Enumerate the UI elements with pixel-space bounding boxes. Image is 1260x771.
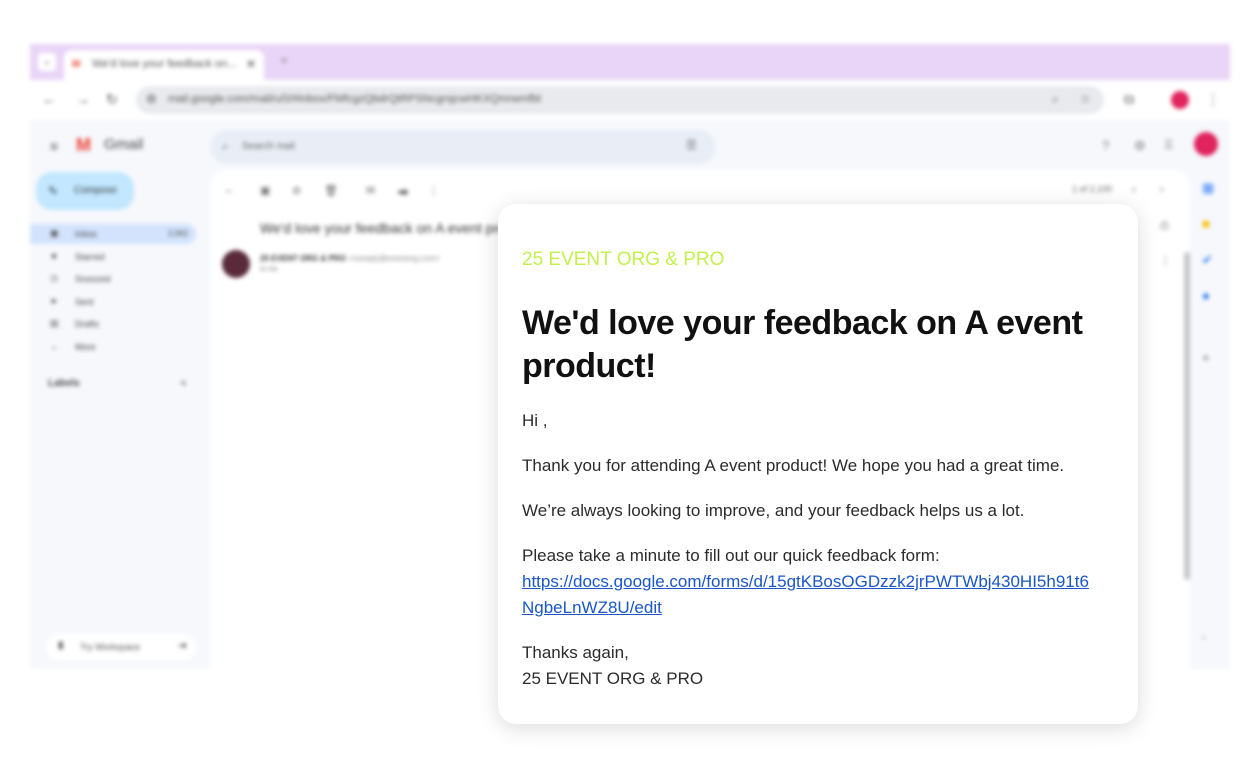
browser-toolbar: ← → ↻ ⚙ mail.google.com/mail/u/0/#inbox/… xyxy=(30,80,1230,120)
bookmark-star-icon[interactable]: ☆ xyxy=(1080,92,1091,106)
sidebar-item-more[interactable]: ⌄ More xyxy=(30,337,196,357)
back-icon[interactable]: ← xyxy=(42,91,56,107)
tasks-icon[interactable]: ✔ xyxy=(1202,252,1213,268)
message-more-icon[interactable]: ⋮ xyxy=(1160,254,1171,267)
sender-address: <noreply@eventorg.com> xyxy=(348,254,441,263)
search-mail-input[interactable]: ⌕ Search mail ☰ xyxy=(210,130,716,164)
search-icon: ⌕ xyxy=(222,139,229,153)
compose-button[interactable]: ✎ Compose xyxy=(36,172,134,210)
tab-search-icon[interactable]: ⌄ xyxy=(38,53,56,71)
sidebar-item-label: More xyxy=(75,342,96,352)
sidebar-item-starred[interactable]: ★ Starred xyxy=(30,247,196,267)
add-addon-icon[interactable]: + xyxy=(1202,350,1210,365)
gmail-icon: M xyxy=(72,59,81,70)
chevron-left-icon[interactable]: ‹ xyxy=(1132,184,1136,196)
move-to-icon[interactable]: ⮕ xyxy=(398,184,409,200)
signoff: Thanks again, 25 EVENT ORG & PRO xyxy=(522,640,1114,692)
compose-label: Compose xyxy=(74,185,117,196)
unread-count: 2,062 xyxy=(168,229,189,238)
workspace-label: Try Workspace xyxy=(80,642,141,652)
thanks-paragraph: Thank you for attending A event product!… xyxy=(522,456,1065,475)
filter-icon[interactable]: ☰ xyxy=(686,138,697,152)
sidebar-item-label: Snoozed xyxy=(75,274,111,284)
sidebar-item-inbox[interactable]: ▣ Inbox 2,062 xyxy=(30,224,196,244)
feedback-form-link[interactable]: https://docs.google.com/forms/d/15gtKBos… xyxy=(522,569,1092,621)
email-subject: We'd love your feedback on A event produ… xyxy=(260,220,537,236)
report-spam-icon[interactable]: ⊘ xyxy=(292,184,301,197)
sender-avatar xyxy=(222,250,250,278)
greeting: Hi , xyxy=(522,411,548,430)
keep-icon[interactable]: ■ xyxy=(1202,216,1210,231)
mark-unread-icon[interactable]: ✉ xyxy=(366,184,375,197)
more-actions-icon[interactable]: ⋮ xyxy=(428,184,439,197)
draft-icon: ▤ xyxy=(50,318,59,328)
archive-icon[interactable]: ▣ xyxy=(260,184,270,197)
chevron-right-icon[interactable]: › xyxy=(1160,184,1164,196)
account-avatar[interactable] xyxy=(1194,132,1218,156)
site-info-icon[interactable]: ⚙ xyxy=(146,92,157,106)
address-bar[interactable]: ⚙ mail.google.com/mail/u/0/#inbox/FMfcgz… xyxy=(136,86,1104,114)
sidebar-item-label: Sent xyxy=(75,297,94,307)
pencil-icon: ✎ xyxy=(48,184,59,198)
zoom-icon[interactable]: ⌕ xyxy=(1052,92,1059,107)
search-placeholder: Search mail xyxy=(242,141,295,152)
extensions-icon[interactable]: ⧉ xyxy=(1124,91,1134,108)
gmail-logo-icon[interactable]: M xyxy=(76,135,91,156)
browser-menu-icon[interactable]: ⋮ xyxy=(1206,91,1220,108)
arrow-right-icon: ➜ xyxy=(178,640,188,652)
profile-avatar[interactable] xyxy=(1171,91,1189,109)
signoff-line: Thanks again, xyxy=(522,643,629,662)
clock-icon: ◷ xyxy=(50,273,58,283)
back-arrow-icon[interactable]: ← xyxy=(224,184,235,196)
close-icon[interactable]: ✕ xyxy=(246,57,256,71)
sidebar-item-label: Inbox xyxy=(75,229,98,239)
chevron-down-icon: ⌄ xyxy=(50,341,58,351)
recipient-line: to me xyxy=(260,266,278,273)
scrollbar[interactable] xyxy=(1184,252,1190,580)
contacts-icon[interactable]: ● xyxy=(1202,288,1210,303)
briefcase-icon: ▮ xyxy=(58,640,64,651)
feedback-paragraph: Please take a minute to fill out our qui… xyxy=(522,543,1114,621)
help-icon[interactable]: ? xyxy=(1102,138,1109,153)
sidebar-item-drafts[interactable]: ▤ Drafts xyxy=(30,314,196,334)
improve-paragraph: We’re always looking to improve, and you… xyxy=(522,501,1025,520)
settings-gear-icon[interactable]: ⚙ xyxy=(1134,138,1146,154)
sidebar-item-label: Starred xyxy=(75,252,105,262)
apps-grid-icon[interactable]: ⠿ xyxy=(1164,138,1174,154)
email-title: We'd love your feedback on A event produ… xyxy=(522,304,1083,385)
new-tab-icon[interactable]: + xyxy=(280,52,288,68)
sidebar-item-label: Drafts xyxy=(75,319,100,329)
tab-strip: ⌄ M We'd love your feedback on... ✕ + xyxy=(30,44,1230,80)
expand-panel-icon[interactable]: › xyxy=(1202,632,1205,643)
tab-title: We'd love your feedback on... xyxy=(92,58,237,70)
inbox-icon: ▣ xyxy=(50,228,59,238)
sender-name: 25 EVENT ORG & PRO <noreply@eventorg.com… xyxy=(260,254,440,263)
signature: 25 EVENT ORG & PRO xyxy=(522,669,704,688)
delete-icon[interactable]: 🗑 xyxy=(324,184,338,197)
reload-icon[interactable]: ↻ xyxy=(106,91,118,108)
print-icon[interactable]: ⎙ xyxy=(1160,220,1169,233)
add-label-icon[interactable]: + xyxy=(180,376,187,390)
gmail-brand: Gmail xyxy=(104,136,144,153)
url-text: mail.google.com/mail/u/0/#inbox/FMfcgzQb… xyxy=(168,93,541,105)
main-menu-icon[interactable]: ≡ xyxy=(50,138,58,154)
send-icon: ➤ xyxy=(50,296,58,306)
feedback-request: Please take a minute to fill out our qui… xyxy=(522,546,940,565)
try-workspace-button[interactable]: ▮ Try Workspace ➜ xyxy=(46,634,196,660)
pagination: 1 of 2,100 xyxy=(1072,184,1113,194)
forward-icon[interactable]: → xyxy=(76,91,90,107)
screenshot-stage: ⌄ M We'd love your feedback on... ✕ + ← … xyxy=(0,0,1260,771)
calendar-icon[interactable]: ▦ xyxy=(1202,180,1214,196)
org-header: 25 EVENT ORG & PRO xyxy=(522,249,725,270)
sidebar-item-sent[interactable]: ➤ Sent xyxy=(30,292,196,312)
star-icon: ★ xyxy=(50,251,59,261)
email-body-card: 25 EVENT ORG & PRO We'd love your feedba… xyxy=(498,204,1138,724)
labels-heading: Labels xyxy=(48,378,80,389)
browser-tab[interactable]: M We'd love your feedback on... ✕ xyxy=(64,50,264,80)
side-panel: ▦ ■ ✔ ● + › xyxy=(1192,170,1230,669)
sidebar-item-snoozed[interactable]: ◷ Snoozed xyxy=(30,269,196,289)
sender-name-text: 25 EVENT ORG & PRO xyxy=(260,254,346,263)
